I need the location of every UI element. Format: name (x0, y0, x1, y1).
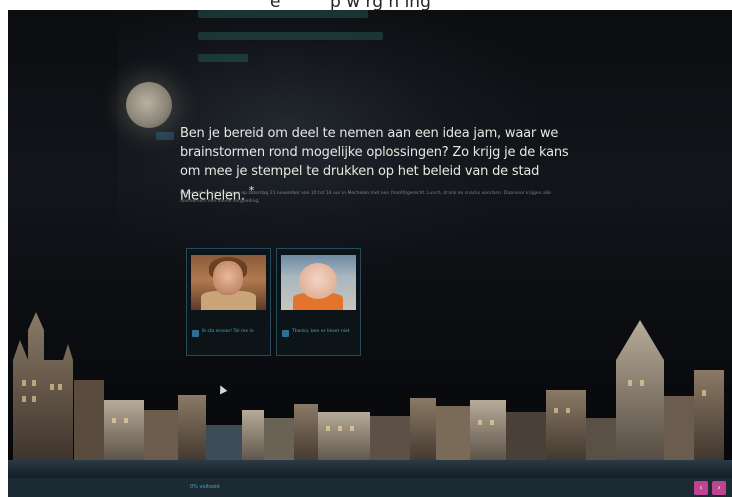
river-reflection (8, 460, 732, 480)
progress-text: 0% voltooid (190, 484, 220, 490)
next-button[interactable]: › (712, 481, 726, 495)
mechelen-skyline-illustration (13, 312, 724, 470)
question-description: De workshop zal doorgaan op zaterdag 21 … (180, 191, 551, 204)
caption-fragment-right: p w rg n ing (330, 0, 431, 12)
caption-fragment-left: e (270, 0, 281, 12)
question-number-marker (156, 132, 174, 140)
progress-footer: 0% voltooid (8, 478, 732, 497)
chevron-right-icon: › (717, 483, 721, 492)
survey-background-scene: Ben je bereid om deel te nemen aan een i… (8, 10, 732, 497)
faint-previous-questions (198, 10, 383, 76)
chevron-left-icon: ‹ (699, 483, 703, 492)
previous-button[interactable]: ‹ (694, 481, 708, 495)
moon-graphic (126, 82, 172, 128)
